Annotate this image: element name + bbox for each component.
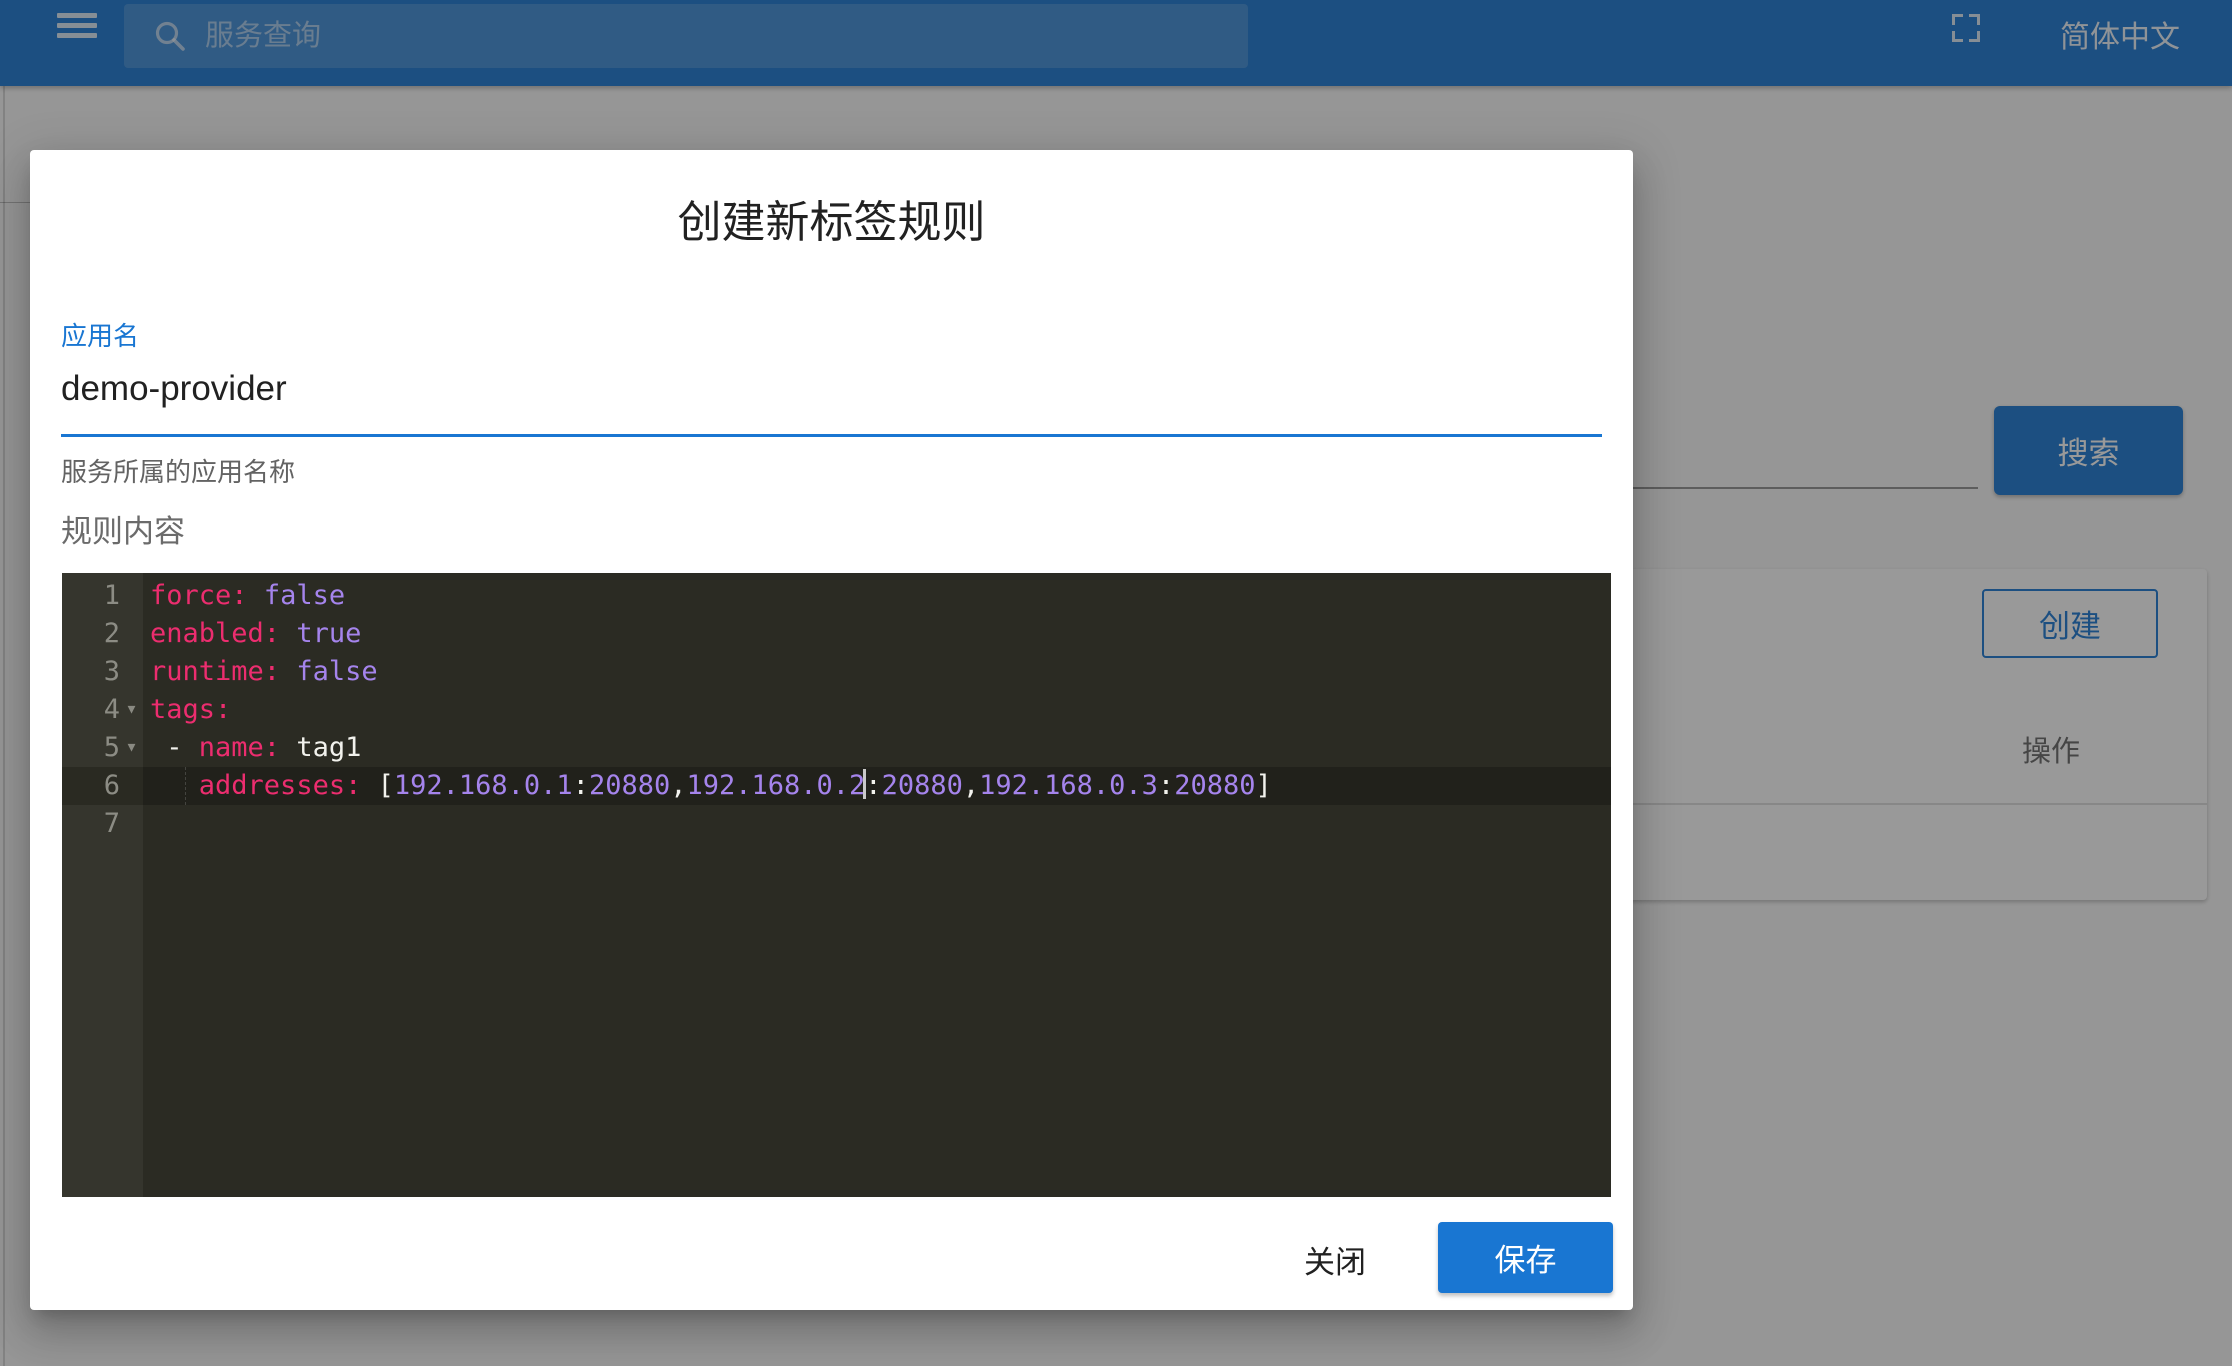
token-plain: : — [1158, 770, 1174, 801]
code-line-content — [143, 805, 1611, 843]
editor-line[interactable]: 2 enabled: true — [62, 615, 1611, 653]
token-atom: 20880 — [1174, 770, 1255, 801]
gutter-cell: 4▾ — [62, 691, 143, 729]
line-number: 5 — [62, 729, 120, 767]
line-number: 4 — [62, 691, 120, 729]
token-plain: tag1 — [280, 732, 361, 763]
token-key: force: — [150, 580, 248, 611]
token-plain: [ — [361, 770, 394, 801]
token-key: tags: — [150, 694, 231, 725]
token-key: runtime: — [150, 656, 280, 687]
token-plain: , — [963, 770, 979, 801]
token-plain — [150, 770, 199, 801]
token-key: enabled: — [150, 618, 280, 649]
line-number: 6 — [62, 767, 120, 805]
code-line-content: force: false — [143, 577, 1611, 615]
token-atom: 192.168.0.2 — [686, 770, 865, 801]
code-line-content: enabled: true — [143, 615, 1611, 653]
token-key: addresses: — [199, 770, 362, 801]
editor-line[interactable]: 1 force: false — [62, 577, 1611, 615]
editor-lines: 1 force: false 2 enabled: true 3 runtime: fal… — [62, 577, 1611, 843]
token-plain: - — [150, 732, 199, 763]
token-atom: 192.168.0.1 — [394, 770, 573, 801]
token-plain — [248, 580, 264, 611]
gutter-cell: 7 — [62, 805, 143, 843]
gutter-cell: 5▾ — [62, 729, 143, 767]
gutter-cell: 6 — [62, 767, 143, 805]
dialog-title: 创建新标签规则 — [30, 186, 1633, 250]
line-number: 2 — [62, 615, 120, 653]
token-plain: ] — [1255, 770, 1271, 801]
line-number: 7 — [62, 805, 120, 843]
app-name-label: 应用名 — [61, 316, 139, 353]
gutter-cell: 2 — [62, 615, 143, 653]
code-line-content: - name: tag1 — [143, 729, 1611, 767]
editor-line[interactable]: 5▾ - name: tag1 — [62, 729, 1611, 767]
token-atom: 192.168.0.3 — [979, 770, 1158, 801]
app-root: 服务查询 简体中文 搜索 创建 操作 创建新标签规则 应用名 demo-prov… — [0, 0, 2232, 1366]
app-name-underline — [61, 434, 1602, 437]
fold-arrow-icon[interactable]: ▾ — [120, 689, 143, 727]
save-button[interactable]: 保存 — [1438, 1222, 1613, 1293]
code-line-content: tags: — [143, 691, 1611, 729]
gutter-cell: 1 — [62, 577, 143, 615]
token-plain — [280, 656, 296, 687]
token-plain: : — [865, 770, 881, 801]
editor-line[interactable]: 7 — [62, 805, 1611, 843]
line-number: 3 — [62, 653, 120, 691]
app-name-helper: 服务所属的应用名称 — [61, 452, 295, 489]
token-atom: true — [296, 618, 361, 649]
token-atom: false — [296, 656, 377, 687]
line-number: 1 — [62, 577, 120, 615]
code-line-content: runtime: false — [143, 653, 1611, 691]
editor-line[interactable]: 6 addresses: [192.168.0.1:20880,192.168.… — [62, 767, 1611, 805]
fold-arrow-icon[interactable]: ▾ — [120, 727, 143, 765]
token-atom: 20880 — [882, 770, 963, 801]
rule-content-label: 规则内容 — [61, 506, 185, 551]
rule-code-editor[interactable]: 1 force: false 2 enabled: true 3 runtime: fal… — [62, 573, 1611, 1197]
token-plain: , — [670, 770, 686, 801]
gutter-cell: 3 — [62, 653, 143, 691]
token-key: name: — [199, 732, 280, 763]
token-plain — [280, 618, 296, 649]
create-tag-rule-dialog: 创建新标签规则 应用名 demo-provider 服务所属的应用名称 规则内容… — [30, 150, 1633, 1310]
close-button[interactable]: 关闭 — [1275, 1228, 1395, 1290]
token-atom: 20880 — [589, 770, 670, 801]
code-line-content: addresses: [192.168.0.1:20880,192.168.0.… — [143, 767, 1611, 805]
app-name-input[interactable]: demo-provider — [61, 364, 1602, 414]
editor-line[interactable]: 3 runtime: false — [62, 653, 1611, 691]
editor-line[interactable]: 4▾tags: — [62, 691, 1611, 729]
token-plain: : — [573, 770, 589, 801]
token-atom: false — [264, 580, 345, 611]
